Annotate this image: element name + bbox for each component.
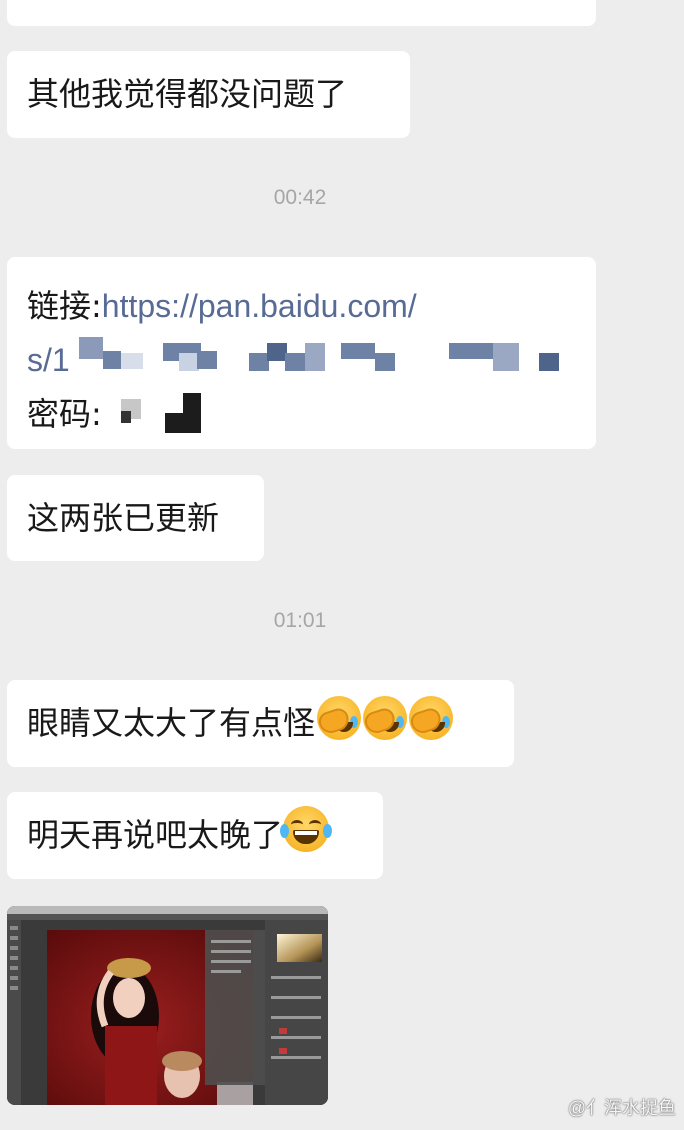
message-bubble-cropped[interactable] bbox=[7, 0, 596, 26]
timestamp: 00:42 bbox=[273, 186, 327, 209]
timestamp: 01:01 bbox=[273, 609, 327, 632]
photo-editor-screenshot-image bbox=[7, 906, 328, 1105]
watermark: @亻浑水捉鱼 bbox=[567, 1098, 676, 1118]
censor-mosaic bbox=[79, 329, 589, 379]
message-bubble[interactable]: 明天再说吧太晚了 bbox=[7, 792, 383, 879]
facepalm-crying-icon bbox=[408, 696, 454, 740]
message-bubble[interactable]: 其他我觉得都没问题了 bbox=[7, 51, 410, 138]
link-line-2: s/1 bbox=[27, 333, 576, 387]
message-bubble[interactable]: 眼睛又太大了有点怪 bbox=[7, 680, 514, 767]
message-bubble-link[interactable]: 链接:https://pan.baidu.com/ s/1 密码: bbox=[7, 257, 596, 449]
facepalm-crying-icon bbox=[316, 696, 362, 740]
message-text: 这两张已更新 bbox=[27, 499, 220, 537]
password-line: 密码: bbox=[27, 387, 576, 441]
password-label: 密码: bbox=[27, 395, 102, 433]
link-url[interactable]: https://pan.baidu.com/ bbox=[102, 288, 417, 324]
tears-of-joy-icon bbox=[280, 806, 333, 852]
message-bubble[interactable]: 这两张已更新 bbox=[7, 475, 264, 561]
link-url-continued[interactable]: s/1 bbox=[27, 342, 70, 378]
image-message[interactable] bbox=[7, 906, 328, 1105]
password-censor bbox=[121, 391, 211, 433]
facepalm-crying-icon bbox=[362, 696, 408, 740]
message-text: 其他我觉得都没问题了 bbox=[27, 75, 348, 113]
message-text: 眼睛又太大了有点怪 bbox=[27, 704, 316, 742]
link-prefix: 链接: bbox=[27, 287, 102, 325]
message-text: 明天再说吧太晚了 bbox=[27, 816, 284, 854]
link-line: 链接:https://pan.baidu.com/ bbox=[27, 279, 576, 333]
